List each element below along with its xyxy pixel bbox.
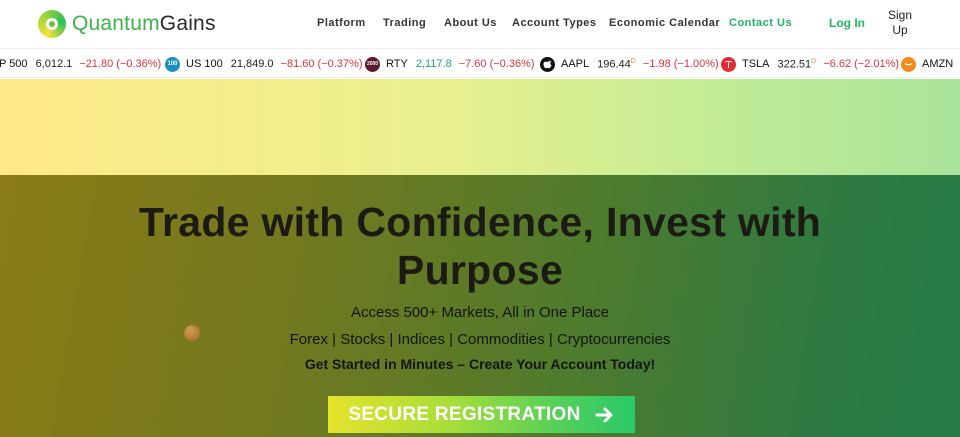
site-header: QuantumGains Platform Trading About Us A… [0,0,960,48]
ticker-price: 21,849.0 [230,58,274,70]
ticker-change: −1.98 (−1.00%) [642,58,719,70]
hero-title: Trade with Confidence, Invest with Purpo… [138,199,822,293]
tesla-icon [721,56,736,72]
ticker-symbol: AMZN [922,58,954,70]
login-button[interactable]: Log In [829,16,865,30]
ticker-change: −21.80 (−0.36%) [79,58,162,70]
ticker-symbol: RTY [386,58,408,70]
ticker-change: −81.60 (−0.37%) [280,58,363,70]
ticker-symbol: TSLA [742,58,770,70]
secure-registration-button[interactable]: SECURE REGISTRATION [328,396,635,433]
ticker-price: 6,012.1 [35,58,73,70]
brand-logo[interactable]: QuantumGains [38,10,216,38]
brand-name: QuantumGains [72,12,216,35]
ticker-symbol: P 500 [0,58,28,70]
ticker-price: 196.44D [597,57,636,71]
ticker-price: 322.51D [777,57,817,71]
nav-contact-us[interactable]: Contact Us [729,17,792,29]
ticker-change: −6.62 (−2.01%) [823,58,900,70]
ticker-item-aapl[interactable]: AAPL 196.44D −1.98 (−1.00%) [540,49,719,77]
signup-button[interactable]: Sign Up [883,8,917,38]
quantumgains-logo-icon [38,10,66,38]
nav-economic-calendar[interactable]: Economic Calendar [609,17,720,29]
nav-trading[interactable]: Trading [383,17,426,29]
market-ticker: P 500 6,012.1 −21.80 (−0.36%) 100 US 100… [0,48,960,78]
cta-label: SECURE REGISTRATION [348,403,581,425]
arrow-right-icon [595,405,615,425]
russell2000-icon: 2000 [365,56,380,72]
ticker-item-us100[interactable]: 100 US 100 21,849.0 −81.60 (−0.37%) [165,49,363,77]
ticker-item-rty[interactable]: 2000 RTY 2,117.8 −7.60 (−0.36%) [365,49,535,77]
nav-account-types[interactable]: Account Types [512,17,597,29]
ticker-change: −7.60 (−0.36%) [458,58,535,70]
amazon-icon [901,56,916,72]
hero-subtitle: Access 500+ Markets, All in One Place [350,304,610,321]
ticker-price: 2,117.8 [415,58,452,70]
hero-banner-top [0,79,960,175]
ticker-item-amzn[interactable]: AMZN [901,49,960,77]
us100-icon: 100 [165,56,180,72]
ticker-item-sp500[interactable]: P 500 6,012.1 −21.80 (−0.36%) [0,49,162,77]
hero-tagline: Get Started in Minutes – Create Your Acc… [304,356,656,372]
nav-platform[interactable]: Platform [317,17,366,29]
apple-icon [540,56,555,72]
ticker-symbol: US 100 [186,58,223,70]
nav-about-us[interactable]: About Us [444,17,497,29]
hero-markets-list: Forex | Stocks | Indices | Commodities |… [289,331,671,348]
ticker-symbol: AAPL [561,58,590,70]
ticker-item-tsla[interactable]: TSLA 322.51D −6.62 (−2.01%) [721,49,900,77]
